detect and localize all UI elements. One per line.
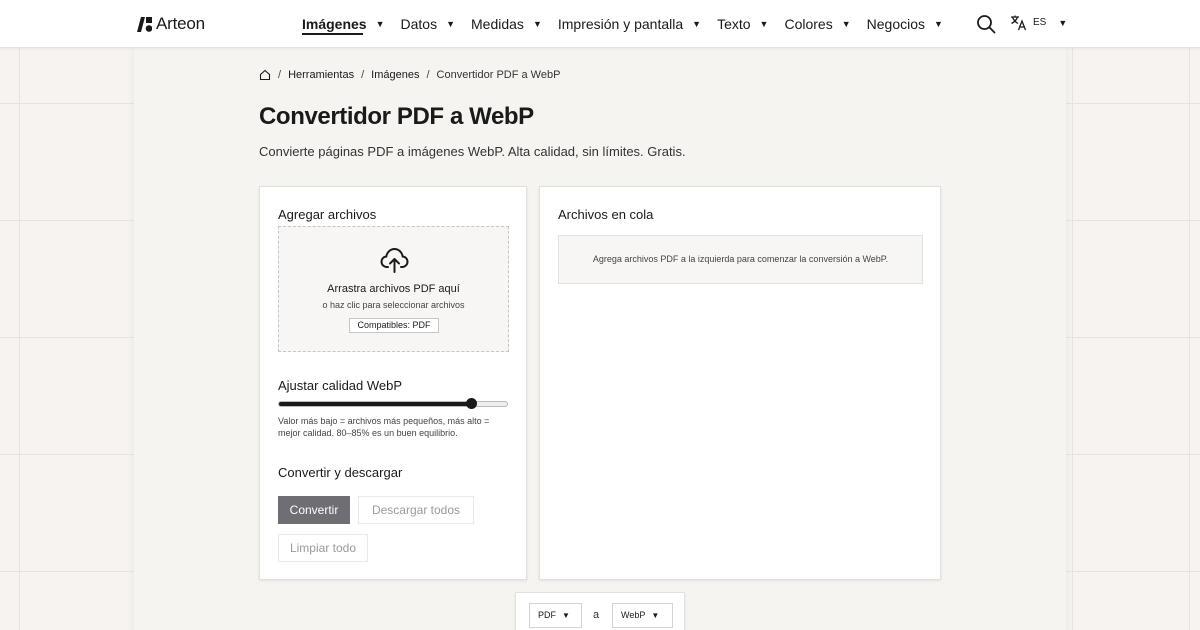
nav-label: Datos bbox=[400, 16, 438, 32]
nav-label: Imágenes bbox=[302, 16, 367, 32]
format-selector-bar: PDF ▼ a WebP ▼ bbox=[515, 592, 685, 630]
translate-icon bbox=[1011, 15, 1027, 31]
quality-slider-fill bbox=[279, 402, 471, 406]
queue-empty-message: Agrega archivos PDF a la izquierda para … bbox=[558, 235, 923, 284]
nav-item-impresion[interactable]: Impresión y pantalla ▼ bbox=[558, 0, 701, 48]
actions-title: Convertir y descargar bbox=[278, 465, 403, 480]
main-nav: Imágenes ▼ Datos ▼ Medidas ▼ Impresión y… bbox=[302, 0, 959, 48]
source-format-select[interactable]: PDF ▼ bbox=[529, 603, 582, 628]
nav-label: Texto bbox=[717, 16, 751, 32]
breadcrumb: / Herramientas / Imágenes / Convertidor … bbox=[259, 69, 560, 81]
breadcrumb-separator: / bbox=[278, 69, 282, 81]
brand-logo[interactable]: Arteon bbox=[137, 14, 205, 34]
brand-name: Arteon bbox=[156, 14, 205, 33]
breadcrumb-link-imagenes[interactable]: Imágenes bbox=[371, 69, 419, 81]
nav-item-colores[interactable]: Colores ▼ bbox=[784, 0, 850, 48]
caret-down-icon: ▼ bbox=[651, 611, 660, 620]
caret-down-icon: ▼ bbox=[532, 19, 542, 29]
format-joiner: a bbox=[593, 609, 600, 621]
nav-item-medidas[interactable]: Medidas ▼ bbox=[471, 0, 542, 48]
target-format-select[interactable]: WebP ▼ bbox=[612, 603, 673, 628]
breadcrumb-current: Convertidor PDF a WebP bbox=[436, 69, 561, 81]
target-format-value: WebP bbox=[621, 610, 646, 620]
caret-down-icon: ▼ bbox=[934, 19, 943, 29]
supported-formats-badge: Compatibles: PDF bbox=[349, 318, 439, 333]
nav-label: Medidas bbox=[471, 16, 524, 32]
breadcrumb-link-herramientas[interactable]: Herramientas bbox=[288, 69, 354, 81]
download-all-button[interactable]: Descargar todos bbox=[358, 496, 474, 524]
breadcrumb-separator: / bbox=[361, 69, 365, 81]
converter-controls-card: Agregar archivos Arrastra archivos PDF a… bbox=[259, 186, 527, 580]
caret-down-icon: ▼ bbox=[692, 19, 702, 29]
breadcrumb-separator: / bbox=[426, 69, 430, 81]
nav-label: Impresión y pantalla bbox=[557, 16, 684, 32]
convert-button[interactable]: Convertir bbox=[278, 496, 350, 524]
nav-item-imagenes[interactable]: Imágenes ▼ bbox=[302, 0, 385, 48]
quality-title: Ajustar calidad WebP bbox=[278, 378, 403, 393]
language-code: ES bbox=[1033, 17, 1047, 28]
nav-label: Negocios bbox=[866, 16, 926, 32]
nav-item-texto[interactable]: Texto ▼ bbox=[717, 0, 768, 48]
quality-slider-thumb[interactable] bbox=[465, 398, 477, 409]
quality-hint: Valor más bajo = archivos más pequeños, … bbox=[278, 416, 490, 438]
file-dropzone[interactable]: Arrastra archivos PDF aquí o haz clic pa… bbox=[278, 226, 509, 352]
arteon-logo-icon bbox=[137, 16, 152, 32]
caret-down-icon: ▼ bbox=[562, 611, 570, 620]
quality-slider[interactable] bbox=[278, 398, 508, 409]
nav-item-datos[interactable]: Datos ▼ bbox=[401, 0, 456, 48]
nav-label: Colores bbox=[784, 16, 833, 32]
caret-down-icon: ▼ bbox=[759, 19, 769, 29]
caret-down-icon: ▼ bbox=[841, 19, 851, 29]
source-format-value: PDF bbox=[538, 610, 556, 620]
home-icon[interactable] bbox=[259, 69, 271, 81]
caret-down-icon: ▼ bbox=[375, 19, 385, 29]
page-subtitle: Convierte páginas PDF a imágenes WebP. A… bbox=[259, 144, 686, 159]
add-files-title: Agregar archivos bbox=[278, 207, 377, 222]
language-selector[interactable]: ES ▼ bbox=[1010, 14, 1067, 31]
top-nav-bar: Arteon Imágenes ▼ Datos ▼ Medidas ▼ Impr… bbox=[0, 0, 1200, 48]
search-icon[interactable] bbox=[976, 14, 996, 34]
cloud-upload-icon bbox=[380, 247, 409, 273]
caret-down-icon: ▼ bbox=[446, 19, 456, 29]
dropzone-subtitle: o haz clic para seleccionar archivos bbox=[322, 300, 465, 310]
page-title: Convertidor PDF a WebP bbox=[259, 103, 534, 130]
file-queue-card: Archivos en cola Agrega archivos PDF a l… bbox=[539, 186, 941, 580]
clear-all-button[interactable]: Limpiar todo bbox=[278, 534, 368, 562]
dropzone-title: Arrastra archivos PDF aquí bbox=[327, 283, 460, 295]
nav-item-negocios[interactable]: Negocios ▼ bbox=[867, 0, 943, 48]
queue-title: Archivos en cola bbox=[558, 207, 654, 222]
caret-down-icon: ▼ bbox=[1058, 17, 1068, 28]
